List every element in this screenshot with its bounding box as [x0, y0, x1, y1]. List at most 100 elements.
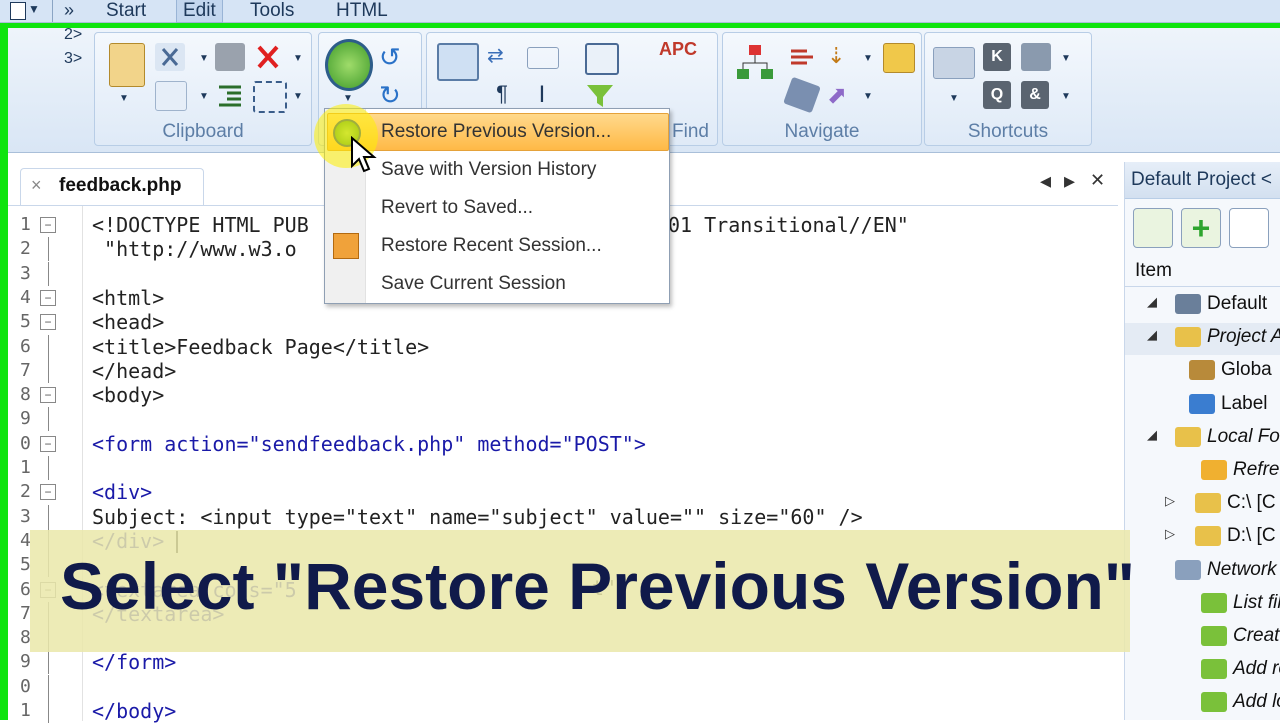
- menu-item-restore-previous-version[interactable]: Restore Previous Version...: [381, 115, 611, 149]
- code-line: <title>Feedback Page</title>: [92, 334, 430, 359]
- indent-icon[interactable]: [215, 81, 245, 109]
- quick-access-dropdown-icon[interactable]: ▼: [28, 2, 40, 16]
- arrow-diagonal-icon[interactable]: ⬈: [827, 81, 857, 109]
- menu-tab-html[interactable]: HTML: [330, 0, 394, 22]
- menu-tab-start[interactable]: Start: [100, 0, 152, 22]
- clipboard-dropdown-2[interactable]: ▼: [293, 53, 303, 64]
- tree-item-label[interactable]: C:\ [C: [1227, 492, 1276, 514]
- tree-item-label[interactable]: Network: [1207, 559, 1277, 581]
- line-number: 3: [20, 262, 31, 284]
- fold-guide: [48, 358, 49, 383]
- fold-toggle-icon[interactable]: −: [40, 289, 56, 306]
- clipboard-dropdown-4[interactable]: ▼: [293, 91, 303, 102]
- line-number: 9: [20, 651, 31, 673]
- ampersand-key-icon[interactable]: &: [1021, 81, 1049, 109]
- tree-expander-icon[interactable]: ◢: [1147, 327, 1157, 343]
- navigate-dropdown-2[interactable]: ▼: [863, 91, 873, 102]
- select-all-icon[interactable]: [253, 81, 287, 113]
- tree-item-label[interactable]: Add loc: [1233, 691, 1280, 713]
- fold-toggle-icon[interactable]: −: [40, 435, 56, 452]
- fold-toggle-icon[interactable]: −: [40, 314, 56, 331]
- row-marker-2: 2>: [64, 26, 83, 43]
- shortcuts-dropdown-1[interactable]: ▼: [1061, 53, 1071, 64]
- code-line: <html>: [92, 285, 165, 310]
- item-column-header: Item: [1135, 260, 1172, 281]
- tree-item-label[interactable]: Add ren: [1233, 658, 1280, 680]
- editor-close-icon[interactable]: ✕: [1090, 170, 1105, 191]
- tree-expander-icon[interactable]: ◢: [1147, 294, 1157, 310]
- note-icon[interactable]: [883, 43, 915, 73]
- open-folder-icon[interactable]: [1133, 208, 1173, 248]
- shortcuts-dropdown-0[interactable]: ▼: [949, 93, 959, 104]
- new-file-icon[interactable]: [1229, 208, 1269, 248]
- tree-expander-icon[interactable]: ◢: [1147, 427, 1157, 443]
- project-panel: Default Project < + Item Default ◢ Project…: [1124, 162, 1280, 720]
- window-icon[interactable]: [585, 43, 619, 75]
- fold-toggle-icon[interactable]: −: [40, 387, 56, 404]
- add-icon[interactable]: +: [1181, 208, 1221, 248]
- tree-item-label[interactable]: Default: [1207, 293, 1267, 315]
- menu-tab-tools[interactable]: Tools: [244, 0, 300, 22]
- copy-icon[interactable]: [155, 81, 187, 111]
- sitemap-icon[interactable]: [735, 43, 775, 83]
- spellcheck-icon[interactable]: APC: [659, 39, 703, 81]
- paste-dropdown-icon[interactable]: ▼: [119, 93, 129, 104]
- menu-more-icon[interactable]: »: [64, 0, 74, 21]
- tree-expander-icon[interactable]: ▷: [1165, 493, 1175, 509]
- find-arrows-icon[interactable]: ⇄: [487, 43, 517, 71]
- bookmark-icon[interactable]: [783, 76, 821, 114]
- tree-item-icon: [1175, 426, 1201, 447]
- tree-expander-icon[interactable]: ▷: [1165, 526, 1175, 542]
- sort-icon[interactable]: ⇣: [827, 43, 857, 71]
- clipboard-dropdown-1[interactable]: ▼: [199, 53, 209, 64]
- caption-text: Select "Restore Previous Version": [60, 549, 1136, 623]
- cut-icon[interactable]: [155, 43, 185, 71]
- fold-toggle-icon[interactable]: −: [40, 217, 56, 233]
- redo-icon[interactable]: ↻: [379, 81, 409, 109]
- move-up-icon[interactable]: [787, 43, 817, 71]
- menu-item-restore-recent-session[interactable]: Restore Recent Session...: [381, 229, 602, 263]
- menu-item-save-with-version-history[interactable]: Save with Version History: [381, 153, 596, 187]
- tree-item-label[interactable]: Refre: [1233, 459, 1279, 481]
- file-tab[interactable]: × feedback.php: [20, 168, 204, 205]
- navigate-dropdown-1[interactable]: ▼: [863, 53, 873, 64]
- version-history-icon[interactable]: [325, 39, 373, 91]
- project-panel-title[interactable]: Default Project <: [1131, 169, 1272, 191]
- filter-icon[interactable]: [585, 81, 615, 109]
- menu-item-save-current-session[interactable]: Save Current Session: [381, 267, 566, 301]
- tree-item-label[interactable]: Project A: [1207, 326, 1280, 348]
- eraser-icon[interactable]: [215, 43, 245, 71]
- tree-item-icon: [1201, 692, 1227, 713]
- menu-bar: ▼ » Start Edit Tools HTML: [0, 0, 1280, 23]
- tree-item-label[interactable]: Local Fo: [1207, 426, 1280, 448]
- k-key-icon[interactable]: K: [983, 43, 1011, 71]
- shortcut-folder-icon[interactable]: [933, 47, 975, 79]
- shortcuts-group: ▼ K Q & ▼ ▼ Shortcuts: [924, 32, 1092, 146]
- tab-next-icon[interactable]: ▸: [1064, 168, 1075, 194]
- cursor-icon[interactable]: I: [527, 81, 557, 109]
- line-number: 6: [20, 335, 31, 357]
- tab-prev-icon[interactable]: ◂: [1040, 168, 1051, 194]
- clipboard-group-label: Clipboard: [162, 121, 244, 142]
- tree-item-label[interactable]: Globa: [1221, 359, 1272, 381]
- undo-icon[interactable]: ↺: [379, 43, 409, 71]
- clipboard-dropdown-3[interactable]: ▼: [199, 91, 209, 102]
- shortcuts-dropdown-2[interactable]: ▼: [1061, 91, 1071, 102]
- menu-item-revert-to-saved[interactable]: Revert to Saved...: [381, 191, 533, 225]
- menu-tab-edit[interactable]: Edit: [176, 0, 223, 23]
- delete-icon[interactable]: [253, 43, 283, 71]
- fold-toggle-icon[interactable]: −: [40, 484, 56, 501]
- computer-icon[interactable]: [437, 43, 479, 81]
- tree-item-label[interactable]: Label: [1221, 393, 1268, 415]
- file-tab-close-icon[interactable]: ×: [31, 175, 42, 196]
- app-icon[interactable]: [10, 2, 26, 20]
- tree-item-label[interactable]: D:\ [C: [1227, 525, 1276, 547]
- tree-item-label[interactable]: Create: [1233, 625, 1280, 647]
- version-dropdown-icon[interactable]: ▼: [343, 93, 353, 104]
- paste-icon[interactable]: [109, 43, 145, 87]
- textbox-icon[interactable]: [527, 47, 559, 69]
- pilcrow-icon[interactable]: ¶: [487, 81, 517, 109]
- q-key-icon[interactable]: Q: [983, 81, 1011, 109]
- tree-item-label[interactable]: List files: [1233, 592, 1280, 614]
- wrench-icon[interactable]: [1021, 43, 1051, 71]
